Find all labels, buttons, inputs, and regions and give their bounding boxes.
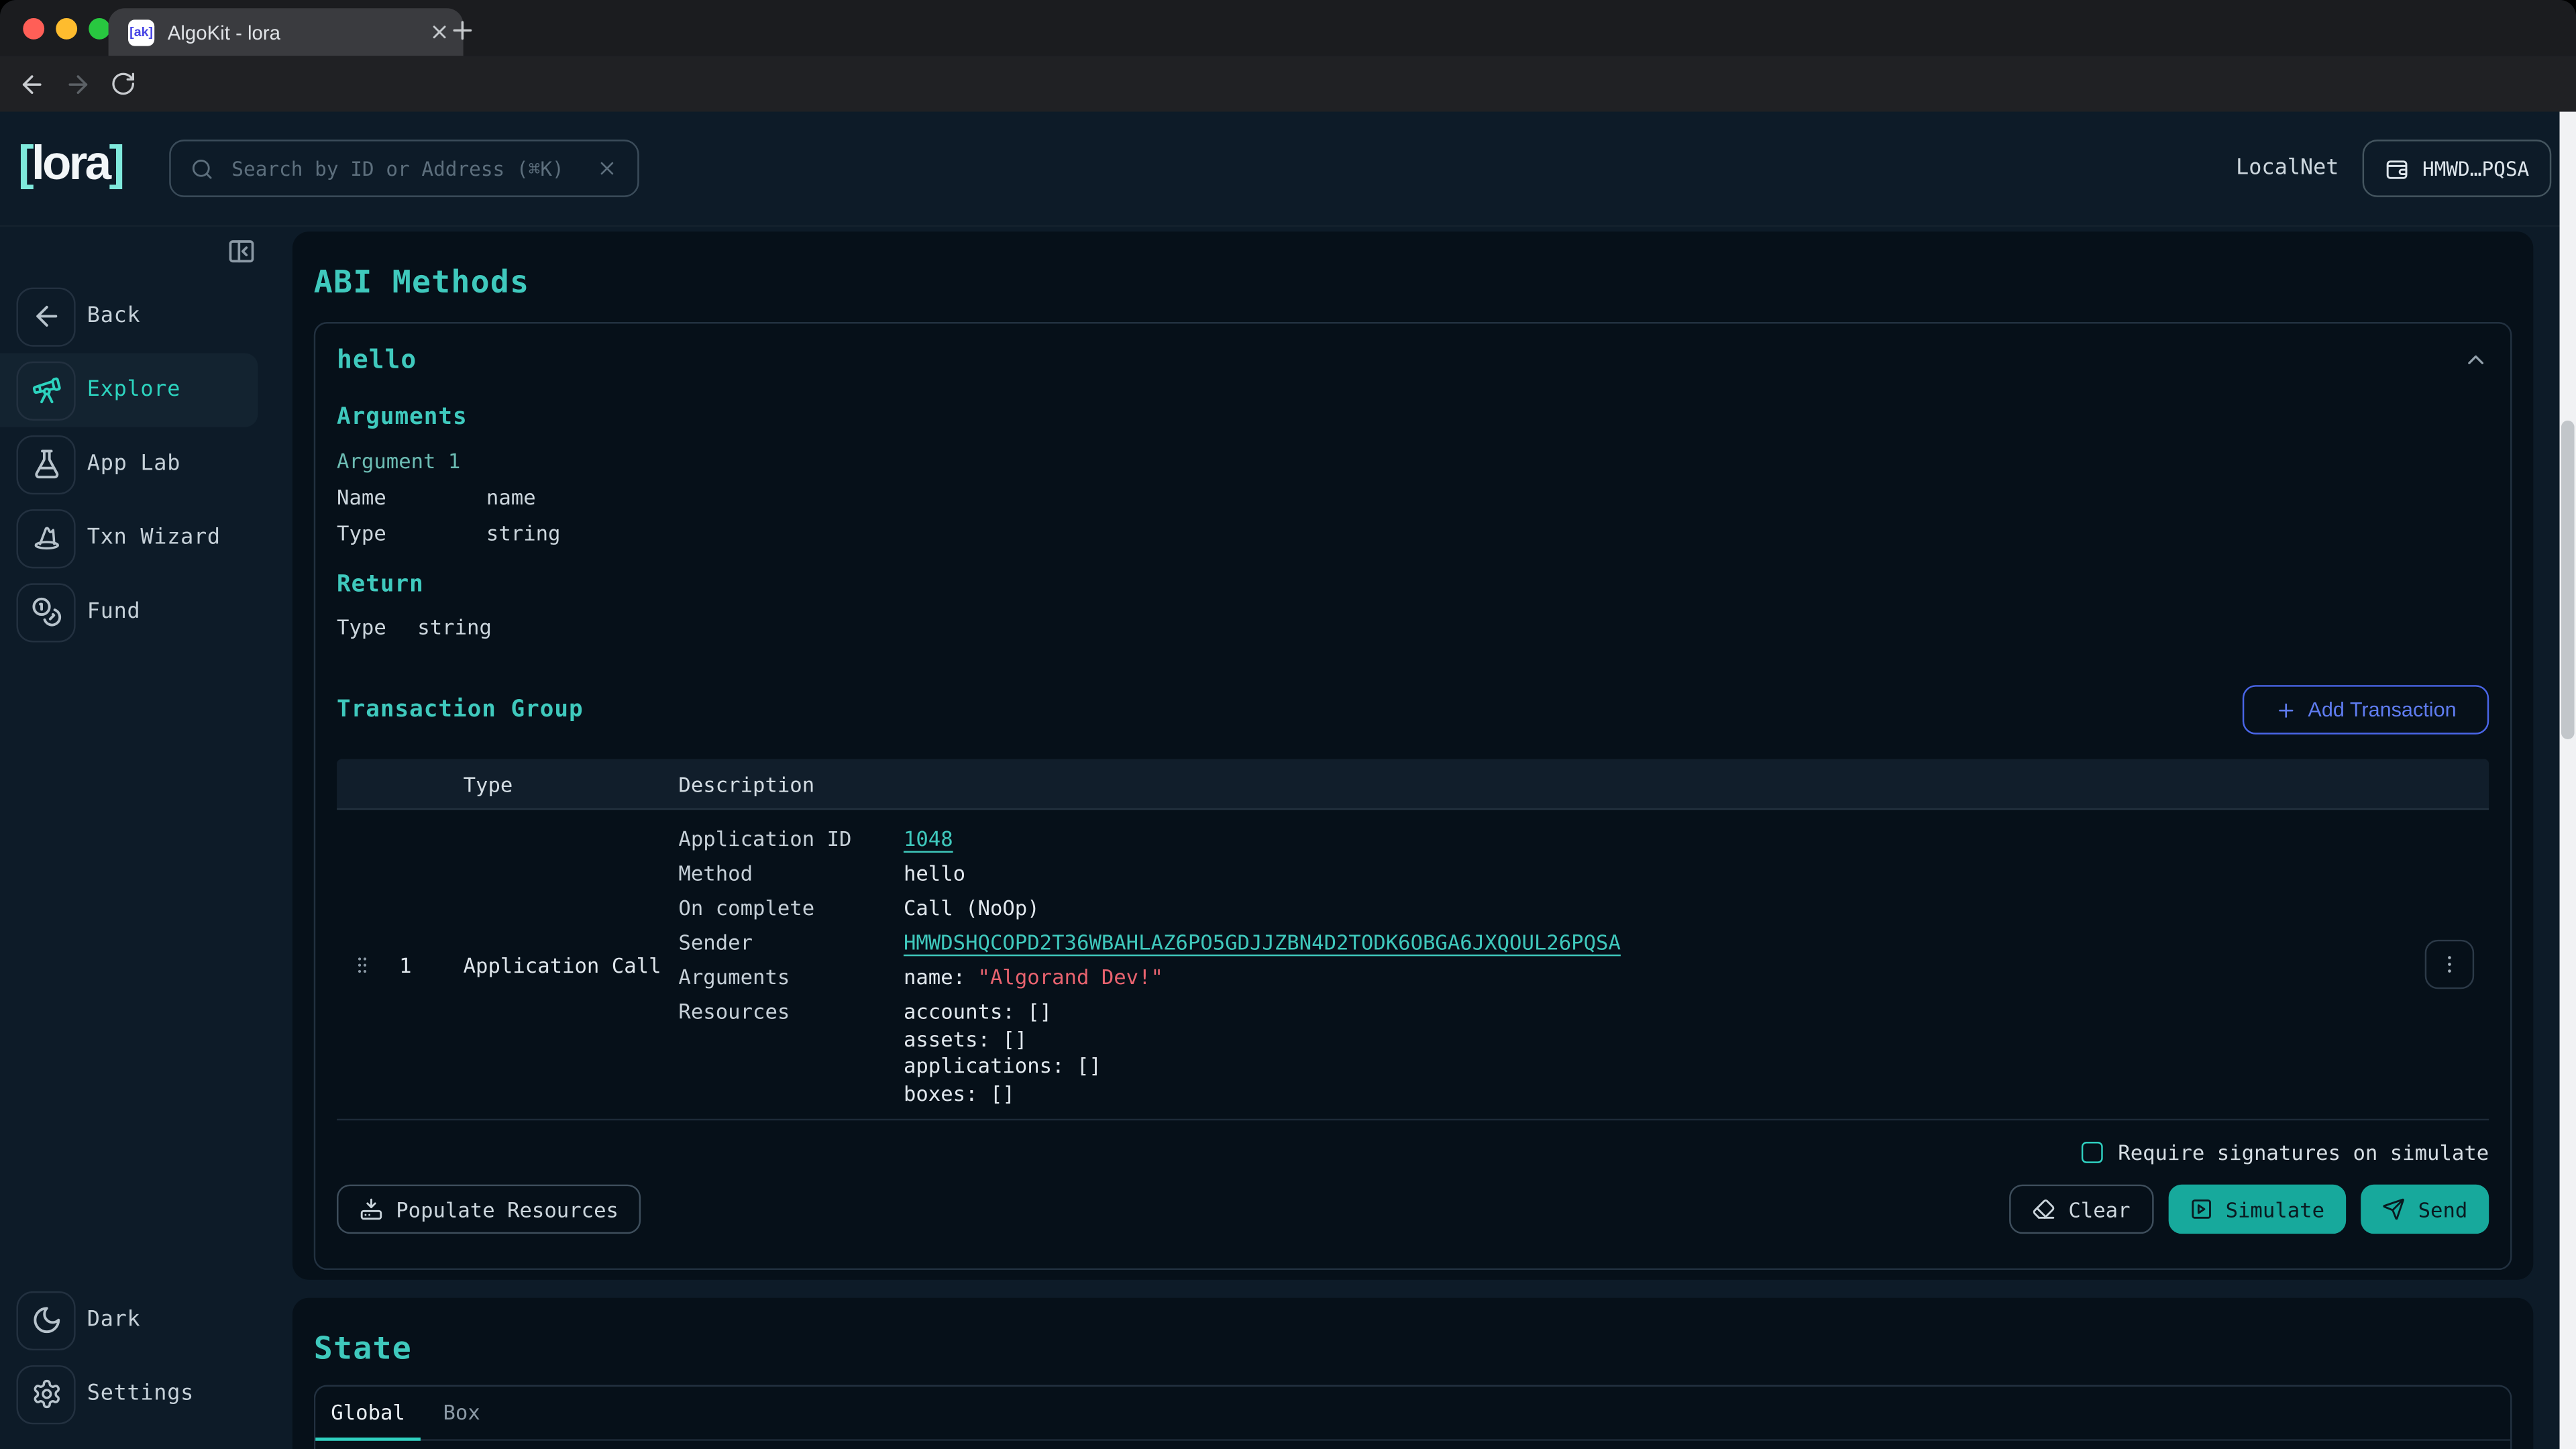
tab-close-icon[interactable] — [429, 21, 450, 43]
transaction-group-heading: Transaction Group — [337, 696, 584, 724]
abi-methods-title: ABI Methods — [314, 263, 2512, 303]
sidebar-item-app-lab[interactable]: App Lab — [0, 427, 258, 501]
coins-icon — [16, 582, 75, 641]
return-heading: Return — [337, 572, 2489, 600]
active-tab-underline — [315, 1437, 421, 1441]
argument-1-label: Argument 1 — [337, 449, 2489, 474]
sidebar-item-explore[interactable]: Explore — [0, 354, 258, 427]
moon-icon — [16, 1291, 75, 1350]
simulate-button[interactable]: Simulate — [2168, 1185, 2346, 1234]
transaction-table-header: Type Description — [337, 759, 2489, 810]
column-description: Description — [678, 771, 2489, 796]
browser-tab[interactable]: [ak] AlgoKit - lora — [109, 8, 464, 56]
gear-icon — [16, 1364, 75, 1424]
require-signatures-label: Require signatures on simulate — [2118, 1140, 2489, 1165]
field-arguments: Arguments name: "Algorand Dev!" — [678, 965, 2489, 991]
state-tabs: Global Box — [315, 1387, 2510, 1441]
populate-resources-button[interactable]: Populate Resources — [337, 1185, 641, 1234]
tab-box[interactable]: Box — [421, 1387, 502, 1439]
scrollbar-track — [2560, 112, 2576, 1449]
wallet-button[interactable]: HMWD…PQSA — [2363, 140, 2552, 197]
tab-title: AlgoKit - lora — [168, 21, 416, 44]
browser-toolbar: lora.algokit.io/localnet/application/104… — [0, 56, 2576, 111]
search-box[interactable] — [169, 140, 639, 197]
sidebar-item-back[interactable]: Back — [0, 279, 258, 353]
sidebar-item-fund[interactable]: Fund — [0, 575, 258, 649]
application-id-link[interactable]: 1048 — [904, 826, 953, 853]
app-header: [lora] LocalNet HMWD…PQSA — [0, 112, 2576, 227]
row-menu-button[interactable] — [2425, 940, 2474, 989]
chevron-up-icon[interactable] — [2463, 346, 2489, 372]
wizard-hat-icon — [16, 508, 75, 568]
tab-global[interactable]: Global — [315, 1387, 421, 1439]
search-clear-icon[interactable] — [596, 158, 618, 179]
back-icon[interactable] — [18, 70, 46, 98]
transaction-type: Application Call — [464, 952, 661, 977]
return-type-row: Typestring — [337, 614, 2489, 641]
field-on-complete: On complete Call (NoOp) — [678, 896, 2489, 922]
hard-drive-download-icon — [360, 1197, 382, 1220]
column-type: Type — [464, 771, 679, 796]
sender-address-link[interactable]: HMWDSHQCOPD2T36WBAHLAZ6PO5GDJJZBN4D2TODK… — [904, 930, 1621, 956]
method-name: hello — [337, 344, 417, 374]
new-tab-icon[interactable] — [449, 16, 477, 44]
traffic-light-zoom[interactable] — [89, 18, 110, 40]
row-index: 1 — [399, 952, 411, 977]
add-transaction-button[interactable]: Add Transaction — [2243, 685, 2489, 734]
state-card: Global Box — [314, 1385, 2512, 1449]
sidebar-item-settings[interactable]: Settings — [0, 1357, 258, 1431]
field-application-id: Application ID 1048 — [678, 826, 2489, 853]
clear-button[interactable]: Clear — [2009, 1185, 2153, 1234]
sidebar-item-txn-wizard[interactable]: Txn Wizard — [0, 501, 258, 575]
eraser-icon — [2032, 1197, 2055, 1220]
sidebar-nav: Back Explore App Lab — [0, 279, 258, 649]
flask-icon — [16, 435, 75, 494]
field-method: Method hello — [678, 861, 2489, 887]
argument-name-row: Namename — [337, 484, 2489, 511]
telescope-icon — [16, 361, 75, 420]
network-label[interactable]: LocalNet — [2236, 156, 2339, 181]
abi-methods-panel: ABI Methods hello Arguments Argument 1 N… — [292, 231, 2533, 1279]
favicon: [ak] — [128, 19, 154, 45]
transaction-table: Type Description 1 Application Call — [337, 759, 2489, 1120]
traffic-light-minimize[interactable] — [56, 18, 77, 40]
arguments-heading: Arguments — [337, 404, 2489, 432]
sidebar-item-theme[interactable]: Dark — [0, 1283, 258, 1357]
transaction-row: 1 Application Call Application ID 1048 M… — [337, 810, 2489, 1120]
field-resources: Resources accounts: [] assets: [] applic… — [678, 999, 2489, 1108]
lora-logo[interactable]: [lora] — [18, 138, 123, 193]
forward-icon[interactable] — [64, 70, 93, 98]
search-icon — [191, 157, 213, 180]
sidebar: Back Explore App Lab — [0, 225, 268, 1449]
argument-type-row: Typestring — [337, 521, 2489, 547]
screen: [ak] AlgoKit - lora lora.algokit.io/loca… — [0, 0, 2576, 1449]
app: [lora] LocalNet HMWD…PQSA — [0, 112, 2576, 1449]
square-play-icon — [2190, 1197, 2212, 1220]
sidebar-collapse-icon[interactable] — [227, 237, 256, 266]
field-sender: Sender HMWDSHQCOPD2T36WBAHLAZ6PO5GDJJZBN… — [678, 930, 2489, 956]
state-panel: State Global Box — [292, 1298, 2533, 1449]
scrollbar-thumb[interactable] — [2561, 421, 2575, 739]
argument-string-value: "Algorand Dev!" — [978, 965, 1163, 989]
require-signatures-checkbox[interactable] — [2082, 1142, 2103, 1163]
send-icon — [2382, 1197, 2405, 1220]
browser-tab-strip: [ak] AlgoKit - lora — [0, 0, 2576, 56]
drag-handle-icon[interactable] — [352, 951, 373, 979]
method-card-hello: hello Arguments Argument 1 Namename Type… — [314, 322, 2512, 1270]
traffic-light-close[interactable] — [23, 18, 44, 40]
arrow-left-icon — [16, 286, 75, 345]
plus-icon — [2275, 699, 2296, 720]
state-title: State — [314, 1329, 2512, 1368]
reload-icon[interactable] — [110, 70, 136, 97]
wallet-icon — [2385, 155, 2411, 181]
search-input[interactable] — [228, 155, 582, 181]
browser-window: [ak] AlgoKit - lora lora.algokit.io/loca… — [0, 0, 2576, 1449]
wallet-address: HMWD…PQSA — [2422, 157, 2529, 180]
send-button[interactable]: Send — [2361, 1185, 2489, 1234]
